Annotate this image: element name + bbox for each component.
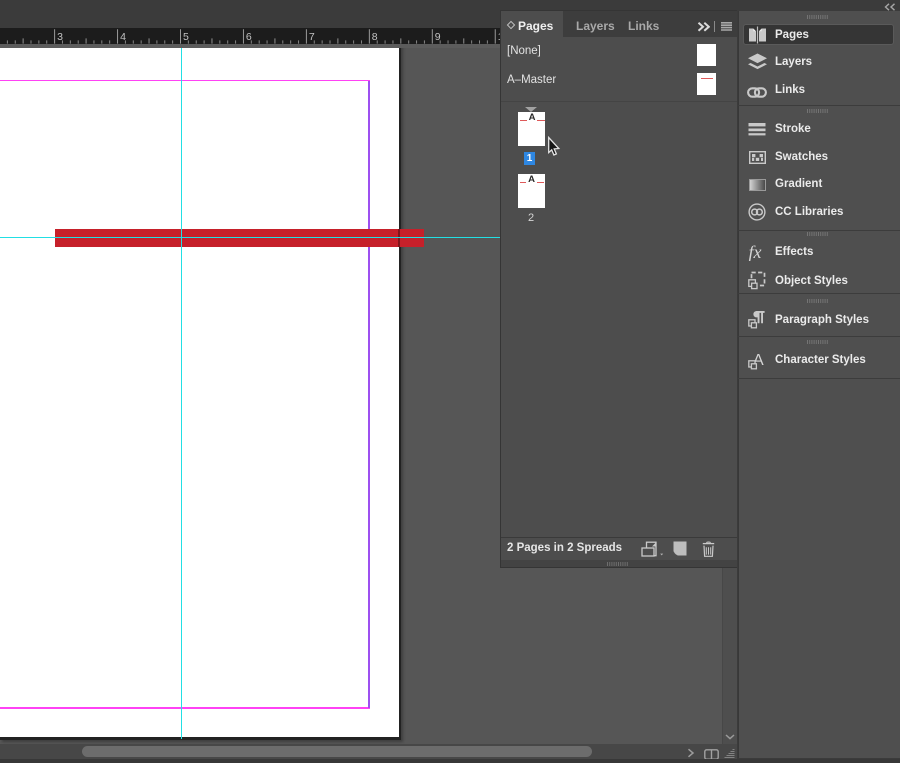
svg-text:3: 3: [57, 31, 63, 43]
svg-text:8: 8: [372, 31, 378, 43]
svg-text:9: 9: [435, 31, 441, 43]
svg-text:7: 7: [309, 31, 315, 43]
svg-text:4: 4: [120, 31, 126, 43]
svg-text:5: 5: [183, 31, 189, 43]
svg-text:6: 6: [246, 31, 252, 43]
svg-text:fx: fx: [749, 244, 762, 261]
